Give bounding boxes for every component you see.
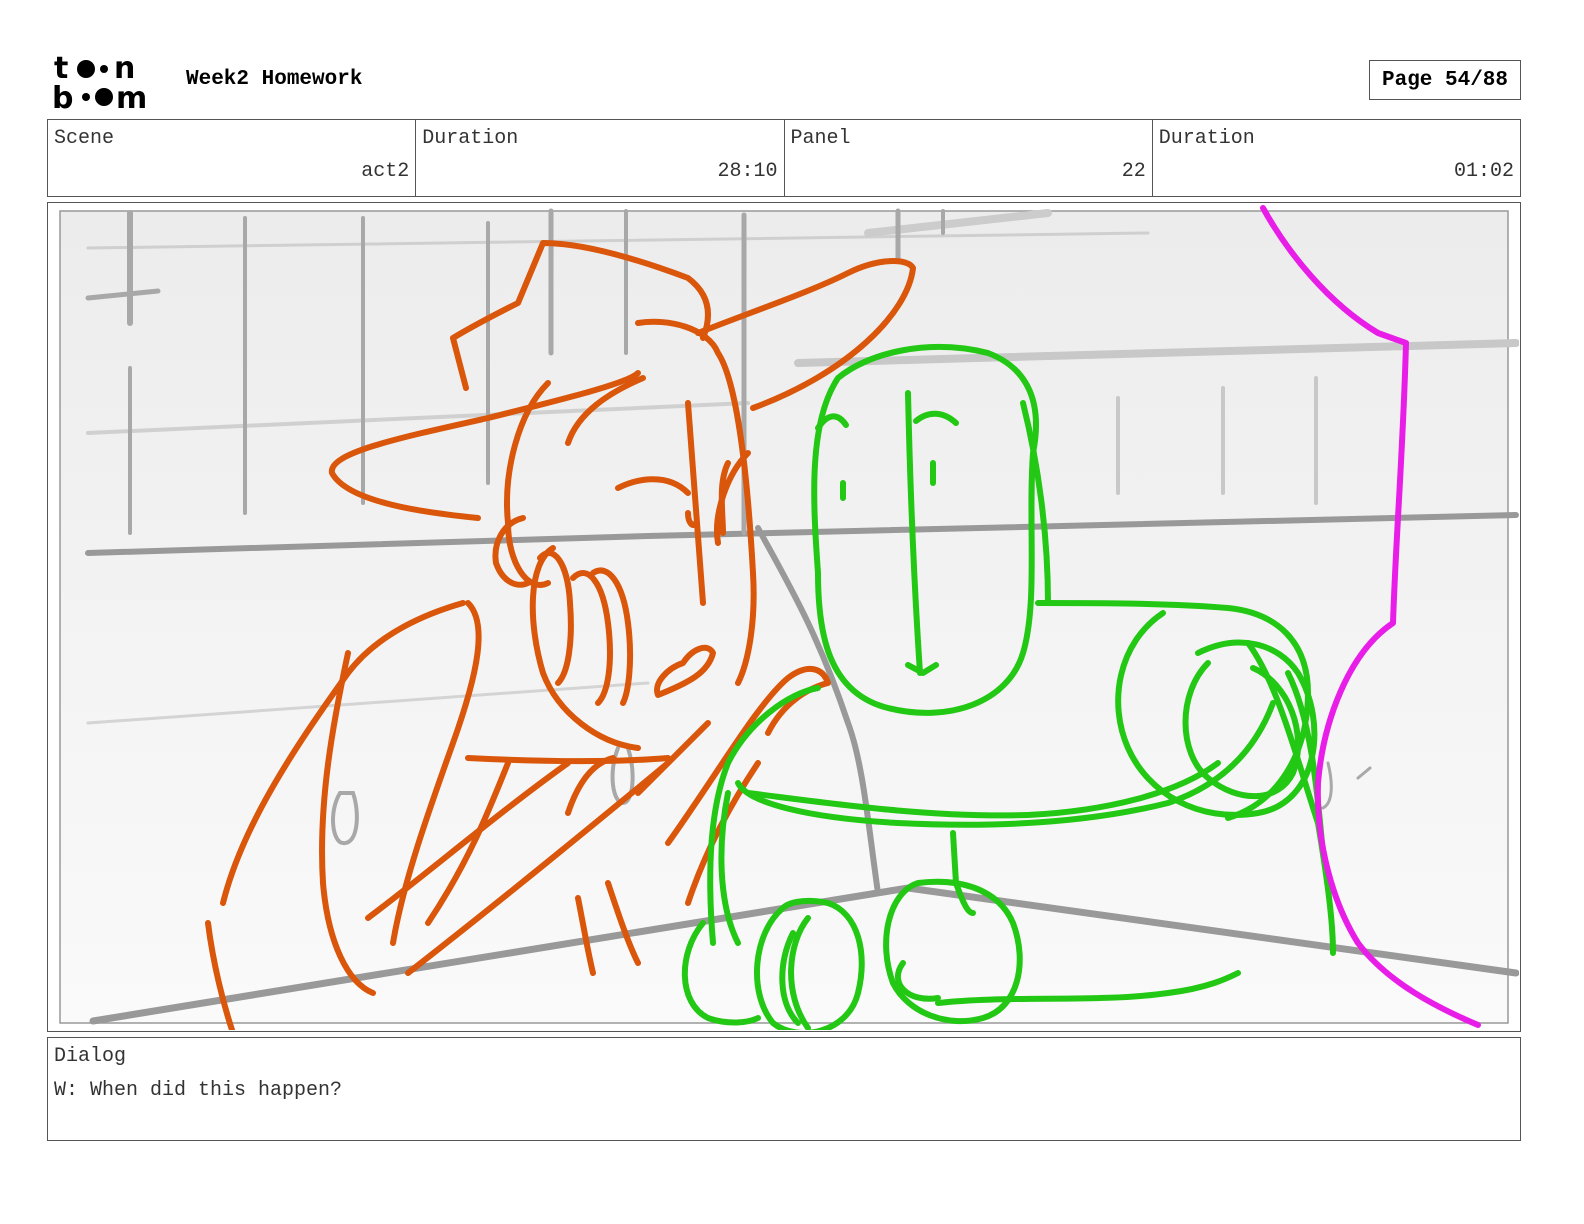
scene-duration-cell: Duration 28:10 — [416, 120, 785, 196]
toon-boom-logo: t n b m — [52, 51, 147, 112]
dialog-box: Dialog W: When did this happen? — [47, 1037, 1521, 1141]
panel-label: Panel — [790, 127, 851, 150]
scene-label: Scene — [54, 127, 115, 150]
scene-cell: Scene act2 — [48, 120, 417, 196]
document-title: Week2 Homework — [186, 68, 363, 91]
panel-value: 22 — [1121, 160, 1146, 183]
panel-duration-value: 01:02 — [1453, 160, 1514, 183]
scene-duration-label: Duration — [422, 127, 519, 150]
page-indicator: Page 54/88 — [1369, 60, 1521, 100]
svg-text:m: m — [116, 81, 147, 112]
panel-safe-area — [59, 210, 1509, 1024]
panel-duration-label: Duration — [1158, 127, 1255, 150]
storyboard-panel — [47, 202, 1521, 1032]
dialog-text: W: When did this happen? — [54, 1079, 343, 1102]
scene-info-row: Scene act2 Duration 28:10 Panel 22 Durat… — [47, 119, 1521, 197]
dialog-label: Dialog — [54, 1045, 127, 1068]
panel-sketch — [59, 205, 1519, 1030]
scene-value: act2 — [361, 160, 410, 183]
panel-duration-cell: Duration 01:02 — [1153, 120, 1520, 196]
scene-duration-value: 28:10 — [717, 160, 778, 183]
svg-text:b: b — [52, 81, 73, 112]
panel-cell: Panel 22 — [785, 120, 1153, 196]
